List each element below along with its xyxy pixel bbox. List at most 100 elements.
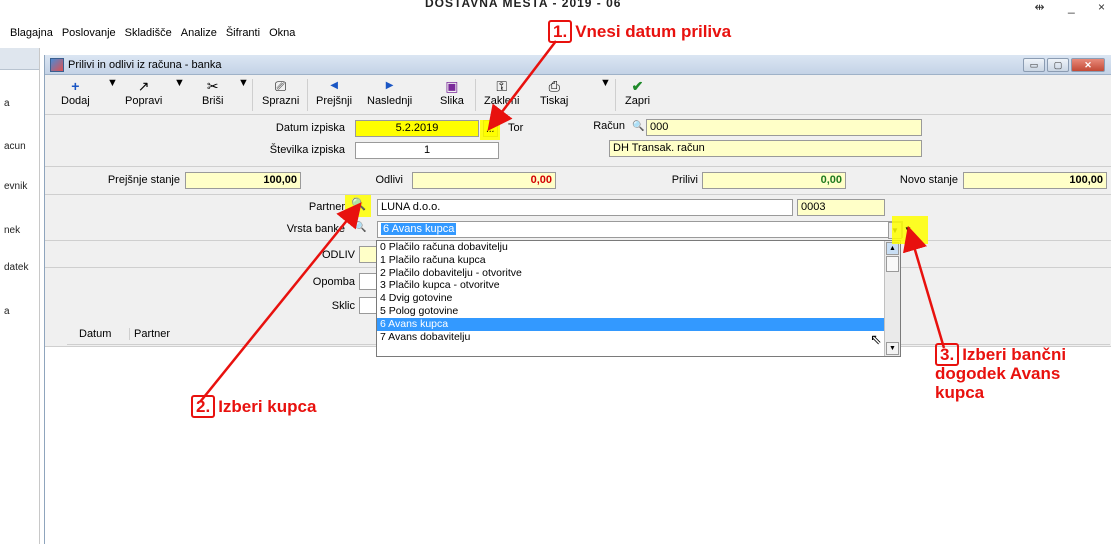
left-nav-item[interactable]: acun <box>4 141 26 152</box>
clear-button-label: Sprazni <box>262 95 300 107</box>
inflows-label: Prilivi <box>671 174 698 186</box>
close-icon[interactable]: × <box>1098 0 1105 14</box>
bank-type-dropdown-list: 0 Plačilo računa dobavitelju 1 Plačilo ra… <box>376 240 901 357</box>
close-form-button-label: Zapri <box>625 95 651 107</box>
menu-sifranti[interactable]: Šifranti <box>226 27 260 39</box>
add-button[interactable]: + Dodaj <box>61 77 90 107</box>
edit-dropdown-arrow[interactable]: ▼ <box>174 77 185 89</box>
toolbar-separator <box>615 79 616 111</box>
child-window-title: Prilivi in odlivi iz računa - banka <box>68 58 222 71</box>
clear-icon: ⎚ <box>275 78 287 94</box>
image-button-label: Slika <box>440 95 464 107</box>
menu-skladisce[interactable]: Skladišče <box>125 27 172 39</box>
clear-button[interactable]: ⎚ Sprazni <box>262 77 299 107</box>
callout-2: 2. Izberi kupca <box>191 395 317 418</box>
left-nav-item[interactable]: nek <box>4 225 20 236</box>
partner-name-field[interactable]: LUNA d.o.o. <box>377 199 793 216</box>
grid-column-date[interactable]: Datum <box>79 328 111 340</box>
bank-type-selected-value: 6 Avans kupca <box>381 223 457 235</box>
window-controls: ⇹ _ × <box>1015 0 1105 14</box>
delete-button[interactable]: ✂ Briši <box>202 77 223 107</box>
menu-analize[interactable]: Analize <box>181 27 217 39</box>
next-button[interactable]: ▶ Naslednji <box>367 77 412 107</box>
date-picker-ellipsis: ... <box>486 124 495 135</box>
child-minimize-button[interactable]: ▭ <box>1023 58 1045 72</box>
account-search-icon[interactable]: 🔍 <box>632 121 644 132</box>
statement-number-field[interactable]: 1 <box>355 142 499 159</box>
dropdown-option[interactable]: 1 Plačilo računa kupca <box>377 254 899 267</box>
child-window-controls: ▭ ▢ ✕ <box>1021 58 1105 72</box>
left-nav-item[interactable]: evnik <box>4 181 27 192</box>
note-label: Opomba <box>312 276 355 288</box>
callout-3-number: 3. <box>935 343 960 366</box>
balances-section: Prejšnje stanje 100,00 Odlivi 0,00 Prili… <box>45 168 1111 195</box>
app-title: DOSTAVNA MESTA - 2019 - 06 <box>425 0 622 10</box>
previous-button[interactable]: ◀ Prejšnji <box>316 77 352 107</box>
next-button-label: Naslednji <box>367 95 413 107</box>
dropdown-option[interactable]: 5 Polog gotovine <box>377 305 899 318</box>
dropdown-options: 0 Plačilo računa dobavitelju 1 Plačilo ra… <box>377 241 900 343</box>
left-nav-item[interactable]: a <box>4 306 10 317</box>
reference-label: Sklic <box>331 300 355 312</box>
edit-button[interactable]: ↗ Popravi <box>125 77 162 107</box>
mouse-cursor-icon: ⇖ <box>870 331 882 347</box>
outflows-field: 0,00 <box>412 172 556 189</box>
left-nav-item[interactable]: a <box>4 98 10 109</box>
statement-date-field[interactable]: 5.2.2019 <box>355 120 479 137</box>
scroll-thumb[interactable] <box>886 256 899 272</box>
partner-magnifier-icon: 🔍 <box>351 197 366 211</box>
bank-type-search-icon[interactable]: 🔍 <box>354 222 366 233</box>
printer-icon: ⎙ <box>548 78 560 94</box>
delete-dropdown-arrow[interactable]: ▼ <box>238 77 249 89</box>
dropdown-option[interactable]: 0 Plačilo računa dobavitelju <box>377 241 899 254</box>
edit-button-label: Popravi <box>125 95 163 107</box>
dropdown-option[interactable]: 3 Plačilo kupca - otvoritve <box>377 279 899 292</box>
left-nav-panel: a acun evnik nek datek a <box>0 48 40 544</box>
move-icon[interactable]: ⇹ <box>1035 0 1045 14</box>
print-button-label: Tiskaj <box>540 95 569 107</box>
add-dropdown-arrow[interactable]: ▼ <box>107 77 118 89</box>
statement-date-label: Datum izpiska <box>275 122 345 134</box>
grid-column-partner[interactable]: Partner <box>129 328 170 340</box>
account-code-field[interactable]: 000 <box>646 119 922 136</box>
dropdown-option[interactable]: 4 Dvig gotovine <box>377 292 899 305</box>
checkmark-icon: ✔ <box>631 78 644 94</box>
print-dropdown-arrow[interactable]: ▼ <box>600 77 611 89</box>
close-form-button[interactable]: ✔ Zapri <box>625 77 650 107</box>
child-close-button[interactable]: ✕ <box>1071 58 1105 72</box>
minimize-icon[interactable]: _ <box>1068 0 1075 14</box>
delete-button-label: Briši <box>202 95 224 107</box>
print-button[interactable]: ⎙ Tiskaj <box>540 77 568 107</box>
day-label: Tor <box>508 122 524 134</box>
dropdown-option[interactable]: 6 Avans kupca <box>377 317 899 331</box>
toolbar-separator <box>475 79 476 111</box>
child-maximize-button[interactable]: ▢ <box>1047 58 1069 72</box>
bank-type-select[interactable]: 6 Avans kupca <box>377 221 903 238</box>
dropdown-scrollbar[interactable]: ▲ ▼ <box>884 241 900 356</box>
lock-button[interactable]: ⚿ Zakleni <box>484 77 519 107</box>
partner-section: Partner 🔍 LUNA d.o.o. 0003 Vrsta banke 🔍… <box>45 196 1111 241</box>
account-name-field: DH Transak. račun <box>609 140 922 157</box>
menu-blagajna[interactable]: Blagajna <box>10 27 53 39</box>
image-button[interactable]: ▣ Slika <box>440 77 464 107</box>
callout-2-text: Izberi kupca <box>218 397 317 416</box>
scroll-down-button[interactable]: ▼ <box>886 342 899 355</box>
statement-header-section: Datum izpiska 5.2.2019 ... Tor Račun 🔍 0… <box>45 115 1111 167</box>
dropdown-option[interactable]: 2 Plačilo dobavitelju - otvoritve <box>377 267 899 280</box>
left-nav-item[interactable]: datek <box>4 262 28 273</box>
callout-1-number: 1. <box>548 20 573 43</box>
arrow-right-icon: ▶ <box>385 80 394 91</box>
arrow-left-icon: ◀ <box>330 80 338 91</box>
menu-poslovanje[interactable]: Poslovanje <box>62 27 116 39</box>
callout-3: 3. Izberi bančni dogodek Avans kupca <box>935 343 1105 402</box>
lock-icon: ⚿ <box>496 78 508 94</box>
callout-1-text: Vnesi datum priliva <box>575 22 732 41</box>
dropdown-option[interactable]: 7 Avans dobavitelju <box>377 331 899 344</box>
menu-okna[interactable]: Okna <box>269 27 295 39</box>
callout-1: 1. Vnesi datum priliva <box>548 20 732 43</box>
toolbar-separator <box>307 79 308 111</box>
account-label: Račun <box>593 120 625 132</box>
lock-button-label: Zakleni <box>484 95 520 107</box>
hammer-icon: ↗ <box>137 78 150 94</box>
partner-label: Partner <box>308 201 345 213</box>
